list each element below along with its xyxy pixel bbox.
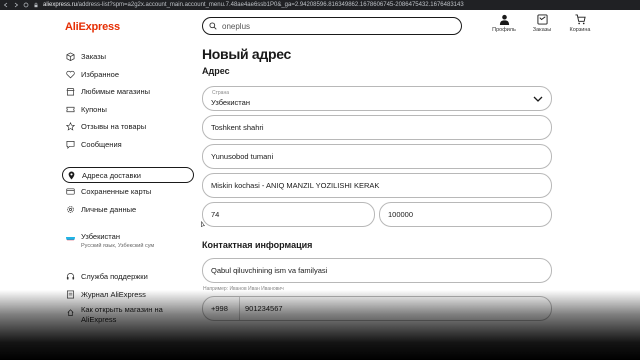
region-details: Русский язык, Узбекский сум: [81, 243, 155, 249]
page-title: Новый адрес: [202, 46, 292, 62]
sidebar-item-stores[interactable]: Любимые магазины: [62, 83, 194, 101]
sidebar-item-coupons[interactable]: Купоны: [62, 101, 194, 119]
region-country: Узбекистан: [81, 232, 120, 241]
cart-button[interactable]: Корзина: [568, 14, 592, 33]
sidebar-item-messages[interactable]: Сообщения: [62, 136, 194, 154]
account-sidebar: Заказы Избранное Любимые магазины Купоны…: [62, 48, 194, 327]
country-label: Страна: [212, 90, 230, 96]
card-icon: [66, 188, 75, 195]
forward-icon[interactable]: [13, 2, 19, 8]
heart-icon: [66, 70, 75, 79]
sidebar-item-label: Личные данные: [81, 204, 137, 214]
postcode-value: 100000: [388, 210, 414, 219]
sidebar-item-cards[interactable]: Сохраненные карты: [62, 183, 194, 201]
district-field[interactable]: Yunusobod tumani: [202, 144, 552, 169]
sidebar-item-open-shop[interactable]: Как открыть магазин на AliExpress: [62, 303, 194, 327]
star-icon: [66, 122, 75, 131]
sidebar-item-label: Как открыть магазин на AliExpress: [81, 305, 163, 324]
lock-icon: [33, 2, 39, 8]
name-hint: Например: Иванов Иван Иванович: [203, 286, 284, 292]
headset-icon: [66, 273, 75, 280]
mouse-cursor-icon: [201, 221, 205, 228]
location-icon: [68, 171, 75, 180]
street-field[interactable]: Miskin kochasi - ANIQ MANZIL YOZILISHI K…: [202, 173, 552, 198]
house-value: 74: [211, 210, 220, 219]
uzbekistan-flag-icon: [66, 233, 75, 242]
district-value: Yunusobod tumani: [211, 152, 274, 161]
aliexpress-logo[interactable]: AliExpress: [65, 21, 120, 33]
sidebar-item-support[interactable]: Служба поддержки: [62, 268, 194, 286]
profile-button[interactable]: Профиль: [492, 14, 516, 33]
sidebar-item-label: Журнал AliExpress: [81, 289, 146, 299]
coupon-icon: [66, 106, 75, 112]
orders-button[interactable]: Заказы: [530, 14, 554, 33]
sidebar-item-label: Сообщения: [81, 139, 122, 149]
sidebar-item-addresses[interactable]: Адреса доставки: [62, 167, 194, 183]
contact-section-title: Контактная информация: [202, 240, 313, 250]
recipient-name-value: Qabul qiluvchining ism va familyasi: [211, 266, 328, 275]
phone-field[interactable]: +998 901234567: [202, 296, 552, 321]
sidebar-item-label: Сохраненные карты: [81, 187, 152, 197]
search-box[interactable]: [202, 17, 462, 35]
country-value: Узбекистан: [211, 98, 250, 107]
store-icon: [66, 88, 75, 96]
cart-icon: [574, 14, 586, 25]
sidebar-item-label: Служба поддержки: [81, 272, 148, 282]
profile-label: Профиль: [492, 27, 516, 33]
sidebar-item-journal[interactable]: Журнал AliExpress: [62, 286, 194, 304]
sidebar-item-reviews[interactable]: Отзывы на товары: [62, 118, 194, 136]
browser-address-bar[interactable]: aliexpress.ru/address-list?spm=a2g2x.acc…: [0, 0, 640, 10]
phone-divider: [239, 297, 240, 320]
reload-icon[interactable]: [23, 2, 29, 8]
journal-icon: [66, 290, 75, 299]
sidebar-item-label: Заказы: [81, 52, 107, 62]
search-icon: [209, 22, 217, 30]
house-field[interactable]: 74: [202, 202, 375, 227]
sidebar-item-label: Адреса доставки: [82, 170, 142, 180]
box-icon: [66, 52, 75, 62]
search-input[interactable]: [222, 21, 442, 31]
message-icon: [66, 140, 75, 149]
region-selector[interactable]: Узбекистан Русский язык, Узбекский сум: [62, 228, 194, 258]
sidebar-item-favorites[interactable]: Избранное: [62, 66, 194, 84]
sidebar-item-label: Отзывы на товары: [81, 122, 147, 132]
chevron-down-icon: [533, 96, 543, 102]
country-select[interactable]: Страна Узбекистан: [202, 86, 552, 111]
orders-icon: [536, 14, 548, 25]
sidebar-item-personal-data[interactable]: Личные данные: [62, 201, 194, 219]
address-section-title: Адрес: [202, 66, 230, 76]
phone-code: +998: [211, 304, 228, 313]
region-field[interactable]: Toshkent shahri: [202, 115, 552, 140]
orders-label: Заказы: [532, 27, 552, 33]
street-value: Miskin kochasi - ANIQ MANZIL YOZILISHI K…: [211, 181, 380, 190]
sidebar-item-orders[interactable]: Заказы: [62, 48, 194, 66]
sidebar-item-label: Избранное: [81, 69, 120, 79]
shop-icon: [67, 309, 74, 317]
site-header: AliExpress Профиль Заказы Корзина: [0, 10, 640, 40]
phone-value: 901234567: [245, 304, 283, 313]
gear-icon: [67, 205, 74, 213]
person-icon: [499, 14, 509, 25]
sidebar-item-label: Купоны: [81, 104, 107, 114]
url-text[interactable]: aliexpress.ru/address-list?spm=a2g2x.acc…: [43, 2, 464, 8]
sidebar-item-label: Любимые магазины: [81, 87, 150, 97]
postcode-field[interactable]: 100000: [379, 202, 552, 227]
cart-label: Корзина: [569, 27, 591, 33]
address-form: Новый адрес Адрес: [202, 46, 562, 80]
region-value: Toshkent shahri: [211, 123, 264, 132]
back-icon[interactable]: [3, 2, 9, 8]
recipient-name-field[interactable]: Qabul qiluvchining ism va familyasi: [202, 258, 552, 283]
